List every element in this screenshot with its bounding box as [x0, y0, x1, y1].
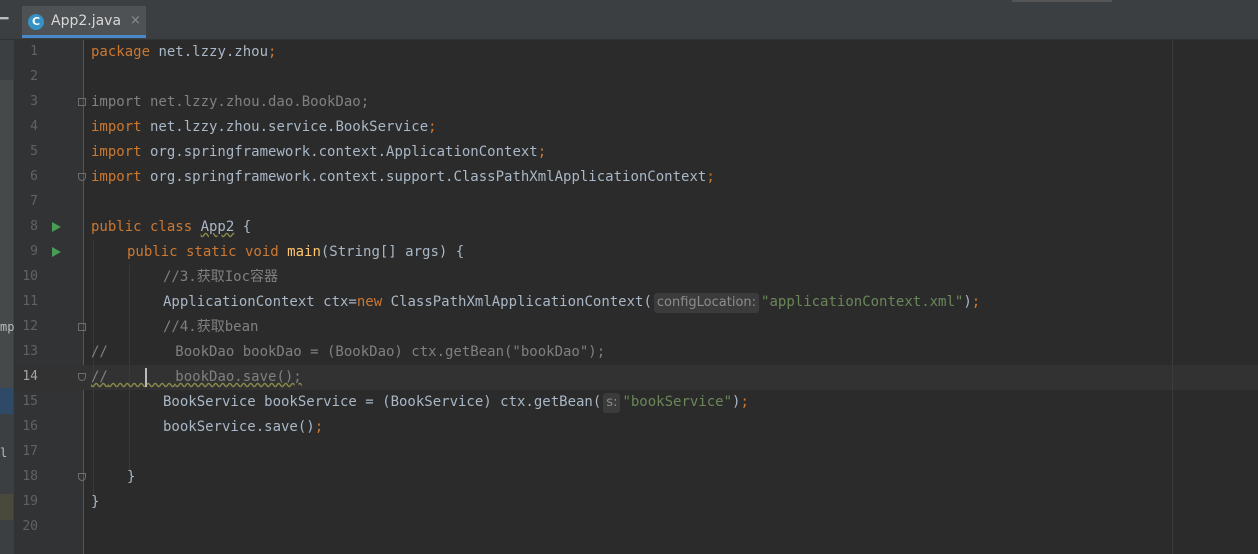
editor-tab-bar: ━ C App2.java ×: [0, 0, 1258, 40]
keyword: import: [91, 169, 142, 185]
parameter-hint: s:: [603, 393, 621, 413]
run-main-icon[interactable]: [52, 247, 61, 257]
code-line-14[interactable]: // bookDao.save();: [91, 365, 302, 390]
code-text: ApplicationContext ctx=: [163, 294, 357, 310]
semicolon: ;: [971, 294, 981, 310]
close-icon[interactable]: ×: [130, 13, 141, 28]
semicolon: ;: [537, 144, 547, 160]
fold-icon[interactable]: [78, 323, 86, 331]
panel-highlight-row[interactable]: [0, 494, 13, 520]
line-number: 15: [22, 394, 38, 409]
code-text: }: [91, 494, 100, 510]
fold-icon[interactable]: [78, 373, 86, 381]
code-text: BookService bookService = (BookService) …: [163, 394, 602, 410]
line-number: 2: [30, 69, 38, 84]
panel-bg: [0, 80, 13, 400]
code-line-19[interactable]: }: [91, 490, 99, 515]
code-line-11[interactable]: ApplicationContext ctx=new ClassPathXmlA…: [163, 290, 980, 315]
comment: //4.获取bean: [163, 319, 259, 335]
code-text: org.springframework.context.support.Clas…: [141, 169, 707, 185]
code-line-3[interactable]: import net.lzzy.zhou.dao.BookDao;: [91, 90, 369, 115]
keyword: public class: [91, 219, 201, 235]
code-text: bookService.save(): [163, 419, 315, 435]
fold-icon[interactable]: [78, 98, 86, 106]
comment-prefix: //: [91, 369, 108, 385]
method-name: main: [287, 244, 321, 260]
line-number: 4: [30, 119, 38, 134]
panel-text: mp: [0, 320, 15, 334]
line-number: 11: [22, 294, 38, 309]
code-line-9[interactable]: public static void main(String[] args) {: [127, 240, 464, 265]
semicolon: ;: [314, 419, 324, 435]
code-text: ): [963, 294, 972, 310]
line-number: 9: [30, 244, 38, 259]
keyword: new: [356, 294, 383, 310]
semicolon: ;: [706, 169, 715, 185]
line-number: 3: [30, 94, 38, 109]
toolbar-edge: [1012, 0, 1112, 2]
semicolon: ;: [740, 394, 749, 410]
text-caret: [145, 368, 147, 387]
line-number: 19: [22, 494, 38, 509]
comment: //3.获取Ioc容器: [163, 269, 279, 285]
line-number: 17: [22, 444, 38, 459]
tab-app2-java[interactable]: C App2.java ×: [22, 6, 146, 38]
code-line-10[interactable]: //3.获取Ioc容器: [163, 265, 278, 290]
code-line-1[interactable]: package net.lzzy.zhou;: [91, 40, 276, 65]
code-line-12[interactable]: //4.获取bean: [163, 315, 258, 340]
code-line-4[interactable]: import net.lzzy.zhou.service.BookService…: [91, 115, 437, 140]
fold-icon[interactable]: [78, 173, 86, 181]
code-line-16[interactable]: bookService.save();: [163, 415, 323, 440]
semicolon: ;: [268, 44, 277, 60]
code-line-18[interactable]: }: [127, 465, 135, 490]
panel-text: l: [0, 446, 8, 460]
line-number: 10: [22, 269, 38, 284]
line-number: 1: [30, 44, 38, 59]
line-number: 5: [30, 144, 38, 159]
right-margin-guide: [1172, 40, 1173, 554]
keyword: import: [91, 144, 142, 160]
line-number: 18: [22, 469, 38, 484]
code-line-6[interactable]: import org.springframework.context.suppo…: [91, 165, 715, 190]
code-text: net.lzzy.zhou: [150, 44, 269, 60]
parameter-hint: configLocation:: [653, 293, 760, 313]
line-number: 6: [30, 169, 38, 184]
panel-selected-row[interactable]: [0, 388, 13, 414]
code-text: net.lzzy.zhou.service.BookService: [141, 119, 429, 135]
run-class-icon[interactable]: [52, 222, 61, 232]
keyword: package: [91, 44, 151, 60]
string-literal: "applicationContext.xml": [761, 294, 964, 310]
java-class-icon: C: [28, 14, 44, 30]
code-text: {: [234, 219, 252, 235]
code-line-15[interactable]: BookService bookService = (BookService) …: [163, 390, 749, 415]
comment: // BookDao bookDao = (BookDao) ctx.getBe…: [91, 344, 606, 360]
line-number: 7: [30, 194, 38, 209]
class-name: App2: [200, 219, 235, 235]
line-number: 8: [30, 219, 38, 234]
code-text: (String[] args) {: [320, 244, 465, 260]
code-text: org.springframework.context.ApplicationC…: [141, 144, 538, 160]
unused-import: import net.lzzy.zhou.dao.BookDao;: [91, 94, 370, 110]
comment: bookDao.save();: [175, 369, 302, 385]
tab-label: App2.java: [51, 13, 122, 29]
code-line-8[interactable]: public class App2 {: [91, 215, 251, 240]
line-number: 12: [22, 319, 38, 334]
keyword: public static void: [127, 244, 288, 260]
code-text: }: [127, 469, 136, 485]
line-number: 20: [22, 519, 38, 534]
line-number: 16: [22, 419, 38, 434]
line-number: 13: [22, 344, 38, 359]
comment-space: [108, 369, 175, 385]
code-text: ClassPathXmlApplicationContext(: [382, 294, 652, 310]
project-panel-edge[interactable]: mp l: [0, 40, 14, 554]
code-line-5[interactable]: import org.springframework.context.Appli…: [91, 140, 546, 165]
fold-icon[interactable]: [78, 473, 86, 481]
line-number-current: 14: [22, 369, 38, 384]
collapse-icon[interactable]: ━: [0, 11, 8, 27]
semicolon: ;: [428, 119, 437, 135]
code-line-13[interactable]: // BookDao bookDao = (BookDao) ctx.getBe…: [91, 340, 605, 365]
string-literal: "bookService": [622, 394, 733, 410]
keyword: import: [91, 119, 142, 135]
